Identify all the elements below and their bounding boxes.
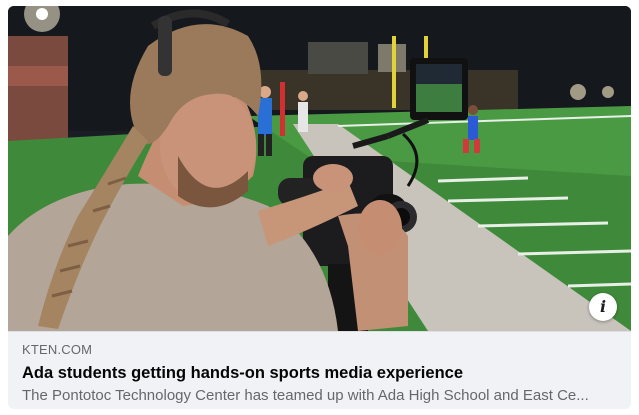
preview-image[interactable]: i (8, 6, 631, 331)
link-preview-card[interactable]: i KTEN.COM Ada students getting hands-on… (8, 6, 631, 409)
article-description: The Pontotoc Technology Center has teame… (22, 387, 589, 404)
info-button[interactable]: i (589, 293, 617, 321)
link-preview-meta[interactable]: KTEN.COM Ada students getting hands-on s… (8, 331, 631, 409)
source-domain: KTEN.COM (22, 342, 93, 357)
info-icon: i (599, 297, 607, 316)
article-title[interactable]: Ada students getting hands-on sports med… (22, 363, 617, 383)
